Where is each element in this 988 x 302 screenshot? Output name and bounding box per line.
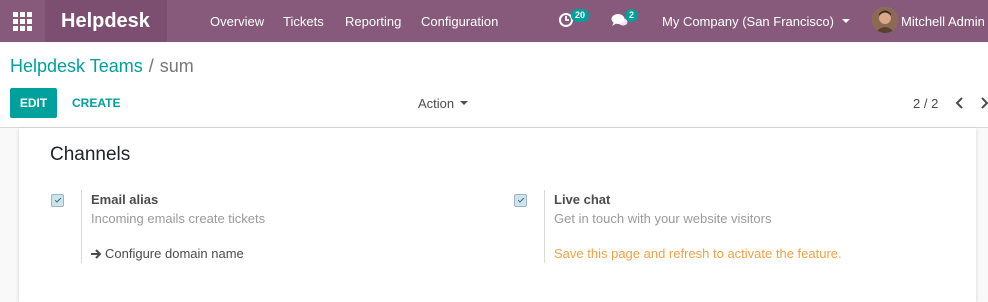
- live-chat-warning: Save this page and refresh to activate t…: [554, 246, 842, 261]
- breadcrumb-helpdesk-teams[interactable]: Helpdesk Teams: [10, 56, 143, 76]
- caret-down-icon: [841, 19, 850, 23]
- configure-domain-link[interactable]: Configure domain name: [91, 246, 244, 261]
- company-switcher[interactable]: My Company (San Francisco): [662, 0, 850, 42]
- email-alias-help: Incoming emails create tickets: [91, 211, 266, 226]
- menu-reporting[interactable]: Reporting: [345, 0, 401, 42]
- configure-domain-label: Configure domain name: [105, 246, 244, 261]
- breadcrumb-current: sum: [159, 56, 194, 76]
- user-avatar[interactable]: [872, 7, 898, 33]
- pager-value[interactable]: 2 / 2: [913, 88, 938, 118]
- email-alias-checkbox[interactable]: [51, 194, 64, 207]
- live-chat-label: Live chat: [554, 192, 611, 207]
- form-sheet: Channels Email alias Incoming emails cre…: [19, 128, 976, 302]
- arrow-right-icon: [91, 249, 102, 259]
- top-navbar: Helpdesk Overview Tickets Reporting Conf…: [0, 0, 988, 42]
- menu-configuration[interactable]: Configuration: [421, 0, 498, 42]
- create-button[interactable]: CREATE: [64, 88, 128, 118]
- breadcrumb-separator: /: [148, 56, 154, 76]
- checkmark-icon: [54, 196, 61, 203]
- avatar-icon: [872, 7, 898, 33]
- grid-icon: [13, 11, 32, 31]
- pager-next-button[interactable]: [980, 88, 988, 118]
- live-chat-help: Get in touch with your website visitors: [554, 211, 772, 226]
- pager-previous-button[interactable]: [955, 88, 965, 118]
- user-menu[interactable]: Mitchell Admin: [901, 0, 985, 42]
- divider: [81, 190, 82, 263]
- control-panel: Helpdesk Teams / sum EDIT CREATE Action 2 …: [0, 42, 988, 128]
- checkmark-icon: [517, 196, 524, 203]
- action-dropdown[interactable]: Action: [418, 88, 469, 118]
- breadcrumb: Helpdesk Teams / sum: [10, 56, 194, 77]
- chevron-right-icon: [981, 97, 988, 109]
- divider: [544, 190, 545, 263]
- edit-button[interactable]: EDIT: [10, 88, 57, 118]
- activity-count-badge: 20: [571, 9, 590, 22]
- app-brand[interactable]: Helpdesk: [45, 0, 167, 42]
- chevron-left-icon: [955, 97, 963, 109]
- apps-menu-button[interactable]: [0, 0, 45, 42]
- menu-overview[interactable]: Overview: [210, 0, 264, 42]
- message-count-badge: 2: [625, 9, 639, 22]
- company-name: My Company (San Francisco): [662, 13, 834, 29]
- caret-down-icon: [460, 101, 469, 105]
- live-chat-checkbox[interactable]: [514, 194, 527, 207]
- section-title-channels: Channels: [50, 144, 131, 165]
- email-alias-label: Email alias: [91, 192, 159, 207]
- menu-tickets[interactable]: Tickets: [283, 0, 324, 42]
- action-label: Action: [418, 95, 455, 111]
